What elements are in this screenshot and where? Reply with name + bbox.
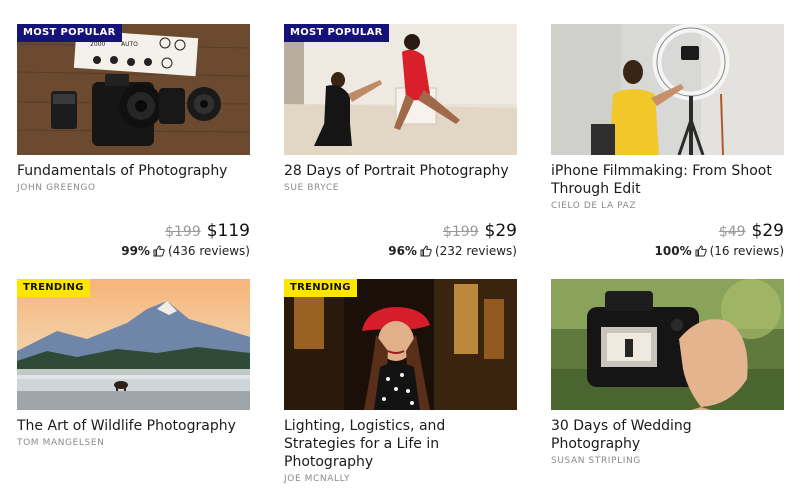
sale-price: $119: [206, 221, 250, 241]
course-author: SUE BRYCE: [284, 183, 340, 193]
rating-row: 99% (436 reviews): [121, 244, 250, 258]
course-title[interactable]: 30 Days of Wedding Photography: [551, 417, 784, 453]
svg-text:2000: 2000: [90, 41, 105, 48]
course-card-portrait[interactable]: MOST POPULAR 28 Days of Portrait Photogr…: [284, 24, 517, 258]
trending-badge: TRENDING: [284, 279, 357, 297]
course-card-iphone-filmmaking[interactable]: iPhone Filmmaking: From Shoot Through Ed…: [551, 24, 784, 258]
original-price: $199: [165, 224, 201, 240]
course-title[interactable]: Lighting, Logistics, and Strategies for …: [284, 417, 517, 471]
price-row: $199 $119: [121, 221, 250, 241]
rating-percent: 100%: [654, 244, 692, 258]
course-thumbnail[interactable]: 2000 AUTO MOST POPULAR: [17, 24, 250, 155]
rating-row: 100% (16 reviews): [655, 244, 784, 258]
course-title[interactable]: Fundamentals of Photography: [17, 162, 250, 180]
svg-text:AUTO: AUTO: [121, 41, 138, 48]
most-popular-badge: MOST POPULAR: [284, 24, 389, 42]
trending-badge: TRENDING: [17, 279, 90, 297]
sale-price: $29: [484, 221, 517, 241]
thumbs-up-icon: [695, 245, 707, 257]
rating-percent: 99%: [121, 244, 150, 258]
price-block: $199 $119 99% (436 reviews): [121, 221, 250, 258]
course-author: CIELO DE LA PAZ: [551, 201, 637, 211]
course-thumbnail[interactable]: TRENDING: [284, 279, 517, 410]
original-price: $199: [442, 224, 479, 240]
review-count: (232 reviews): [434, 244, 517, 258]
course-thumbnail[interactable]: [551, 24, 784, 155]
course-card-wedding[interactable]: 30 Days of Wedding Photography SUSAN STR…: [551, 279, 784, 466]
course-author: JOE MCNALLY: [284, 474, 351, 484]
course-title[interactable]: iPhone Filmmaking: From Shoot Through Ed…: [551, 162, 784, 198]
course-author: JOHN GREENGO: [17, 183, 96, 193]
thumbs-up-icon: [420, 245, 432, 257]
course-thumbnail[interactable]: TRENDING: [17, 279, 250, 410]
camera-flatlay-image: 2000 AUTO: [17, 24, 250, 155]
course-thumbnail[interactable]: MOST POPULAR: [284, 24, 517, 155]
original-price: $49: [718, 224, 746, 240]
thumbs-up-icon: [153, 245, 165, 257]
course-title[interactable]: The Art of Wildlife Photography: [17, 417, 250, 435]
course-author: TOM MANGELSEN: [17, 438, 105, 448]
camera-in-hand-image: [551, 279, 784, 410]
price-block: $49 $29 100% (16 reviews): [655, 221, 784, 258]
price-block: $199 $29 96% (232 reviews): [388, 221, 517, 258]
price-row: $199 $29: [388, 221, 517, 241]
ring-light-image: [551, 24, 784, 155]
course-thumbnail[interactable]: [551, 279, 784, 410]
sale-price: $29: [751, 221, 784, 241]
price-row: $49 $29: [655, 221, 784, 241]
mountain-wildlife-image: [17, 279, 250, 410]
course-card-fundamentals[interactable]: 2000 AUTO MOST POPULAR Fundamentals of Ph…: [17, 24, 250, 258]
course-card-wildlife[interactable]: TRENDING The Art of Wildlife Photography…: [17, 279, 250, 448]
review-count: (436 reviews): [167, 244, 250, 258]
red-beret-portrait-image: [284, 279, 517, 410]
course-card-lighting-logistics[interactable]: TRENDING Lighting, Logistics, and Strate…: [284, 279, 517, 484]
portrait-studio-image: [284, 24, 517, 155]
rating-percent: 96%: [388, 244, 417, 258]
course-author: SUSAN STRIPLING: [551, 456, 641, 466]
rating-row: 96% (232 reviews): [388, 244, 517, 258]
course-title[interactable]: 28 Days of Portrait Photography: [284, 162, 517, 180]
review-count: (16 reviews): [709, 244, 784, 258]
most-popular-badge: MOST POPULAR: [17, 24, 122, 42]
